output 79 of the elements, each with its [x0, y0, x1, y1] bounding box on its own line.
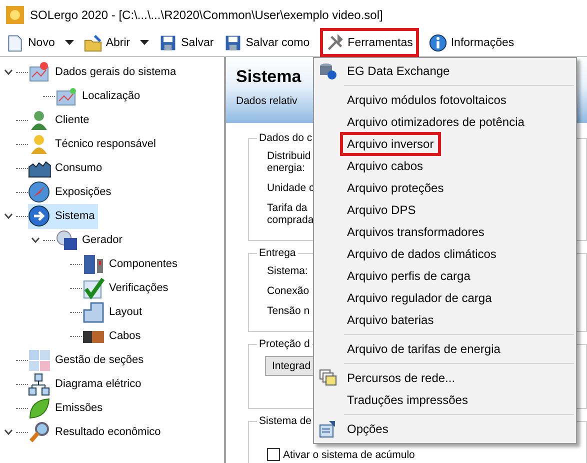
toolbar-button[interactable]: Ferramentas — [322, 30, 417, 55]
field-label: Tarifa da comprada — [267, 202, 314, 226]
tree-item-icon — [28, 348, 51, 372]
menu-item[interactable]: Traduções impressões — [314, 389, 576, 411]
tree-item-icon — [28, 372, 51, 396]
tree-item-icon — [82, 252, 105, 276]
group-title: Sistema de — [258, 415, 313, 427]
tree-item[interactable]: Layout — [82, 300, 146, 324]
tree-item[interactable]: Resultado econômico — [28, 420, 164, 444]
tree-item[interactable]: Verificações — [82, 276, 172, 300]
menu-item[interactable]: Arquivo proteções — [314, 177, 576, 199]
tree-item[interactable]: Sistema — [28, 204, 98, 228]
save-icon — [159, 34, 178, 52]
new-file-icon — [6, 34, 24, 52]
field-label: Sistema: — [267, 265, 308, 277]
app-logo-icon — [6, 6, 24, 24]
tree-item-icon — [28, 204, 51, 228]
menu-item[interactable]: Opções — [314, 418, 576, 440]
info-icon — [428, 34, 447, 52]
tree-item-icon — [82, 276, 105, 300]
field-label: Tensão n — [267, 305, 310, 317]
tree-item-icon — [28, 60, 51, 84]
toolbar-button[interactable]: Salvar como — [220, 30, 314, 55]
chevron-icon[interactable] — [4, 69, 12, 75]
group-title: Entrega — [258, 247, 297, 259]
tree-item[interactable]: Gerador — [55, 228, 126, 252]
toolbar-button[interactable]: Salvar — [155, 30, 218, 55]
tools-icon — [326, 34, 344, 52]
save-icon — [224, 34, 242, 52]
menu-item[interactable]: Arquivo perfis de carga — [314, 265, 576, 287]
chevron-icon[interactable] — [30, 237, 40, 243]
menu-item[interactable]: EG Data Exchange — [314, 60, 576, 82]
toolbar-button[interactable]: Abrir — [80, 30, 134, 55]
toolbar-button[interactable]: Novo — [2, 30, 59, 55]
tree-item[interactable]: Emissões — [28, 396, 106, 420]
tree-item[interactable]: Cliente — [28, 108, 92, 132]
menu-item[interactable]: Arquivo baterias — [314, 309, 576, 331]
tree-item[interactable]: Localização — [55, 84, 144, 108]
tree-item-icon — [28, 396, 51, 420]
toolbar-button[interactable]: Informações — [424, 30, 518, 55]
menu-item[interactable]: Arquivo inversor — [314, 133, 576, 155]
panel-subtitle: Dados relativ — [236, 95, 298, 107]
options-icon — [319, 420, 337, 438]
group-title: Proteção d — [258, 338, 311, 350]
tree-item-icon — [55, 228, 78, 252]
menu-item[interactable]: Arquivos transformadores — [314, 221, 576, 243]
tree-item[interactable]: Cabos — [82, 324, 144, 348]
tree-item[interactable]: Componentes — [82, 252, 180, 276]
menu-item[interactable]: Percursos de rede... — [314, 367, 576, 389]
tree-item-icon — [82, 300, 105, 324]
panel-title: Sistema — [236, 67, 302, 87]
menu-item[interactable]: Arquivo otimizadores de potência — [314, 111, 576, 133]
checkbox[interactable] — [267, 448, 280, 461]
caret-icon[interactable] — [64, 40, 74, 45]
folder-icon — [84, 34, 102, 52]
menu-item[interactable]: Arquivo módulos fotovoltaicos — [314, 89, 576, 111]
window-title: SOLergo 2020 - [C:\...\...\R2020\Common\User\exemplo video.sol] — [30, 8, 383, 22]
tree-item[interactable]: Gestão de seções — [28, 348, 147, 372]
tree-item[interactable]: Técnico responsável — [28, 132, 159, 156]
menu-item[interactable]: Arquivo de tarifas de energia — [314, 338, 576, 360]
chevron-icon[interactable] — [4, 213, 12, 219]
menu-item[interactable]: Arquivo de dados climáticos — [314, 243, 576, 265]
tree-item[interactable]: Consumo — [28, 156, 106, 180]
field-label: Conexão — [267, 285, 310, 297]
menu-item[interactable]: Arquivo regulador de carga — [314, 287, 576, 309]
checkbox-label: Ativar o sistema de acúmulo — [283, 448, 415, 460]
database-icon — [319, 62, 337, 80]
folders-icon — [319, 369, 337, 387]
menu-item[interactable]: Arquivo cabos — [314, 155, 576, 177]
tree-item[interactable]: Diagrama elétrico — [28, 372, 144, 396]
group-title: Dados do c — [258, 132, 314, 144]
field-label: Distribuid energia: — [267, 150, 311, 174]
tree-item-icon — [28, 180, 51, 204]
chevron-icon[interactable] — [4, 429, 12, 435]
tree-item[interactable]: Dados gerais do sistema — [28, 60, 180, 84]
caret-icon[interactable] — [140, 40, 150, 45]
menu-item[interactable]: Arquivo DPS — [314, 199, 576, 221]
tree-item-icon — [28, 420, 51, 444]
tree-item[interactable]: Exposições — [28, 180, 114, 204]
